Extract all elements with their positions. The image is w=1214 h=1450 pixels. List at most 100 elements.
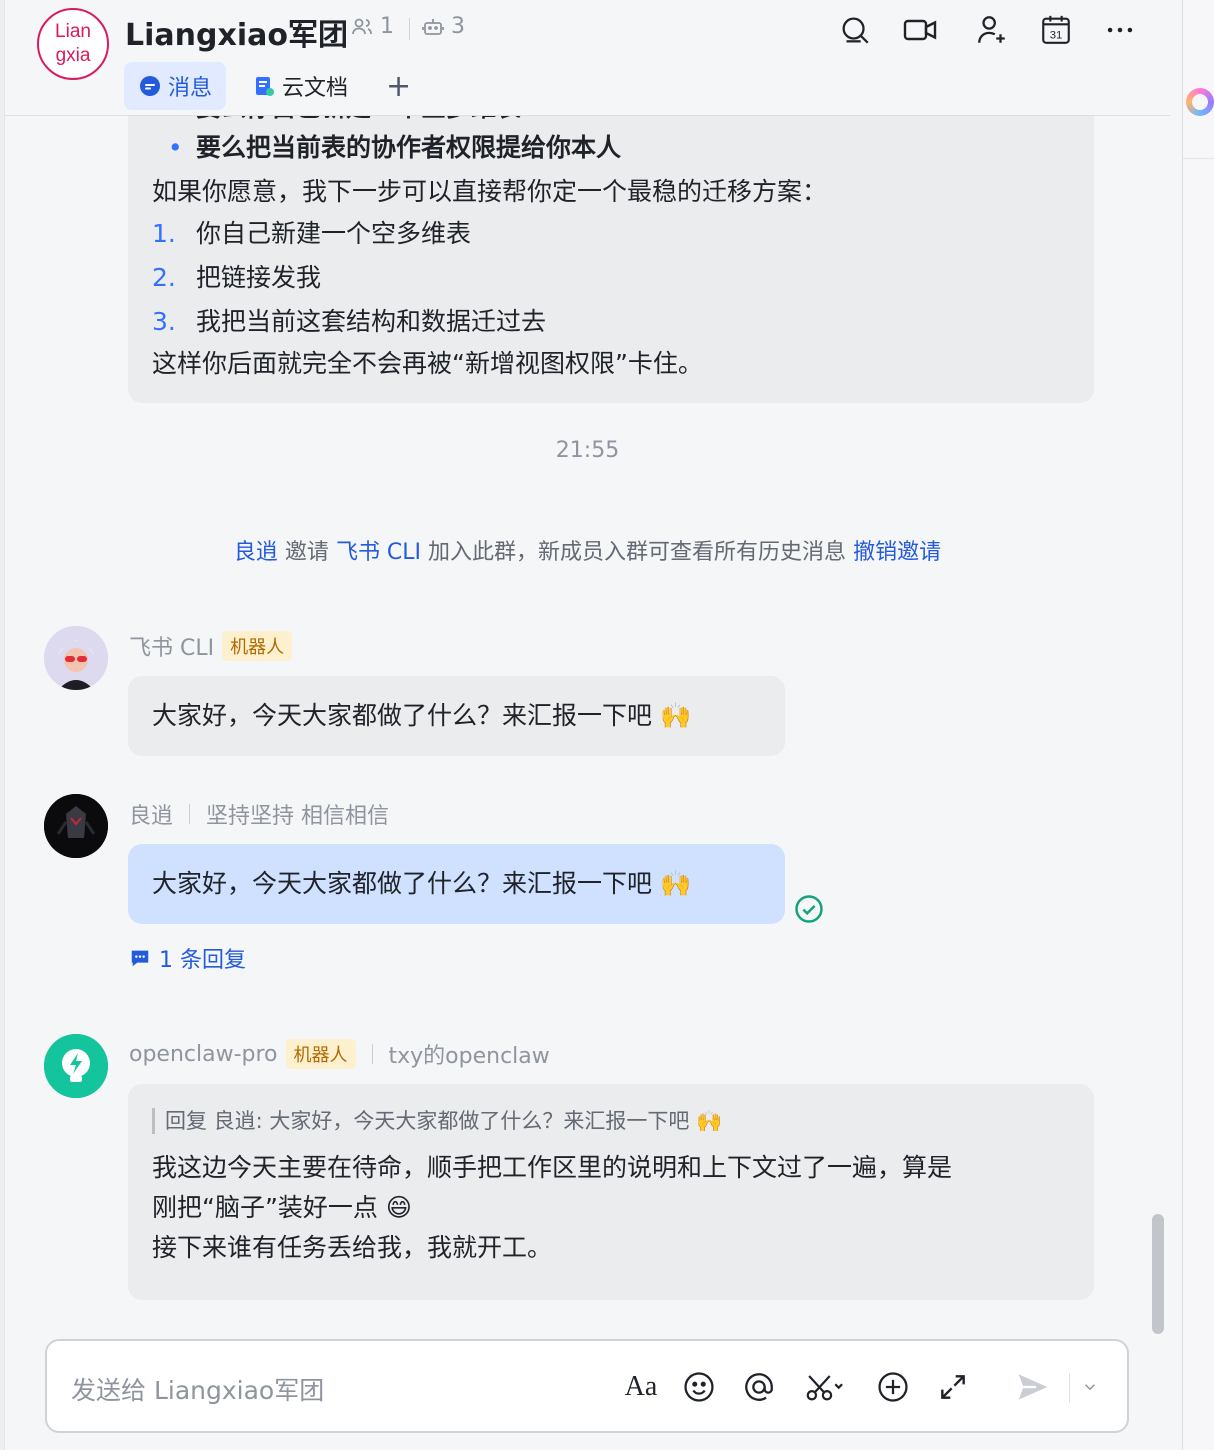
scissors-icon	[806, 1375, 843, 1401]
screenshot-button[interactable]	[801, 1369, 853, 1405]
composer-placeholder: 发送给 Liangxiao军团	[71, 1376, 325, 1405]
panel-divider	[1183, 158, 1214, 159]
chevron-down-icon	[1084, 1384, 1096, 1391]
read-status[interactable]	[794, 894, 824, 928]
robot-icon	[422, 18, 444, 35]
ai-assistant-icon[interactable]	[1186, 88, 1214, 116]
message-scrollbar[interactable]	[1152, 1214, 1164, 1334]
group-avatar[interactable]: Lian gxia	[37, 8, 109, 80]
system-rest: 加入此群，新成员入群可查看所有历史消息	[428, 540, 847, 565]
message-line: 接下来谁有任务丢给我，我就开工。	[152, 1233, 553, 1262]
message-line: 刚把“脑子”装好一点 😄	[152, 1193, 412, 1222]
avatar[interactable]	[44, 794, 108, 858]
step-text: 你自己新建一个空多维表	[196, 219, 472, 248]
emoji-icon	[684, 1372, 714, 1402]
bot-count[interactable]: 3	[421, 14, 465, 39]
add-circle-icon	[878, 1372, 908, 1402]
right-side-panel	[1182, 0, 1214, 1450]
video-call-icon	[903, 19, 937, 41]
bullet-mark: •	[152, 116, 196, 128]
read-check-icon	[795, 895, 823, 923]
partial-bullet-text: 要么你自己新建一个空多维表	[196, 116, 521, 128]
mention-button[interactable]	[741, 1369, 777, 1405]
reply-count-text: 1 条回复	[159, 948, 246, 973]
emoji-button[interactable]	[681, 1369, 717, 1405]
sender-name[interactable]: openclaw-pro	[129, 1042, 278, 1067]
tab-cloud-docs[interactable]: 云文档	[238, 62, 362, 110]
sender-signature: txy的openclaw	[388, 1044, 550, 1069]
bot-character-avatar-icon	[44, 626, 108, 690]
expand-icon	[941, 1375, 965, 1399]
chat-window: Lian gxia Liangxiao军团 1 3 消息 云文档 + 31 • …	[0, 0, 1182, 1450]
add-button[interactable]	[875, 1369, 911, 1405]
sender-line: 飞书 CLI 机器人	[129, 630, 293, 662]
text-format-icon: Aa	[624, 1371, 658, 1402]
video-call-button[interactable]	[900, 10, 940, 50]
revoke-invite-link[interactable]: 撤销邀请	[853, 540, 941, 565]
dark-figure-avatar-icon	[44, 794, 108, 858]
sender-name[interactable]: 良逍	[129, 798, 173, 830]
calendar-icon: 31	[1042, 15, 1070, 44]
calendar-button[interactable]: 31	[1036, 10, 1076, 50]
step-number: 2.	[152, 263, 176, 292]
time-separator: 21:55	[555, 438, 620, 463]
add-member-icon	[978, 16, 1005, 43]
member-count[interactable]: 1	[350, 14, 394, 39]
send-button[interactable]	[1011, 1369, 1055, 1405]
list-item: 2. 把链接发我	[152, 258, 1070, 302]
message-bubble[interactable]: 大家好，今天大家都做了什么？来汇报一下吧 🙌	[128, 676, 785, 756]
group-title[interactable]: Liangxiao军团	[125, 10, 348, 54]
meta-divider	[409, 18, 410, 40]
tab-messages-label: 消息	[168, 76, 213, 101]
sender-name[interactable]: 飞书 CLI	[129, 630, 214, 662]
separator	[371, 1044, 373, 1064]
add-tab-button[interactable]: +	[374, 69, 423, 104]
separator	[189, 804, 191, 824]
doc-icon	[256, 77, 275, 96]
avatar[interactable]	[44, 1034, 108, 1098]
expand-button[interactable]	[935, 1369, 971, 1405]
message-list[interactable]: • 要么你自己新建一个空多维表 • 要么把当前表的协作者权限提给你本人 如果你愿…	[5, 116, 1170, 1334]
list-item: 3. 我把当前这套结构和数据迁过去	[152, 302, 1070, 344]
list-item: • 要么把当前表的协作者权限提给你本人	[152, 128, 1070, 172]
chat-bubble-icon	[140, 76, 160, 96]
bot-tag: 机器人	[285, 1039, 356, 1069]
inviter-link[interactable]: 良逍	[234, 540, 278, 565]
chat-tabs: 消息 云文档 +	[124, 62, 423, 110]
system-message: 良逍 邀请 飞书 CLI 加入此群，新成员入群可查看所有历史消息 撤销邀请	[5, 534, 1170, 566]
text-format-button[interactable]: Aa	[621, 1369, 661, 1405]
message-bubble[interactable]: 回复 良逍: 大家好，今天大家都做了什么？来汇报一下吧 🙌 我这边今天主要在待命…	[128, 1084, 1094, 1300]
invitee-link[interactable]: 飞书 CLI	[336, 540, 421, 565]
message-bubble-own[interactable]: 大家好，今天大家都做了什么？来汇报一下吧 🙌	[128, 844, 785, 924]
list-item: 1. 你自己新建一个空多维表	[152, 214, 1070, 258]
group-avatar-line1: Lian	[55, 21, 91, 42]
bot-count-value: 3	[451, 14, 465, 39]
reply-bubble-icon	[131, 950, 149, 967]
message-text: 大家好，今天大家都做了什么？来汇报一下吧 🙌	[152, 701, 692, 730]
thread-replies-link[interactable]: 1 条回复	[129, 942, 246, 974]
group-avatar-line2: gxia	[55, 45, 91, 66]
lightbulb-bolt-avatar-icon	[44, 1034, 108, 1098]
message-composer[interactable]: 发送给 Liangxiao军团 Aa	[45, 1339, 1129, 1433]
step-text: 把链接发我	[196, 263, 322, 292]
tab-cloud-docs-label: 云文档	[282, 76, 349, 101]
search-button[interactable]	[835, 10, 875, 50]
avatar[interactable]	[44, 626, 108, 690]
bullet-mark: •	[152, 133, 183, 162]
reply-quote[interactable]: 回复 良逍: 大家好，今天大家都做了什么？来汇报一下吧 🙌	[152, 1108, 1070, 1134]
members-icon	[352, 18, 372, 34]
member-count-value: 1	[380, 14, 394, 39]
search-icon	[842, 17, 869, 44]
more-button[interactable]	[1100, 10, 1140, 50]
message-bubble-previous[interactable]: • 要么你自己新建一个空多维表 • 要么把当前表的协作者权限提给你本人 如果你愿…	[128, 116, 1094, 403]
sender-signature: 坚持坚持 相信相信	[206, 804, 390, 829]
add-member-button[interactable]	[972, 10, 1012, 50]
system-verb: 邀请	[284, 540, 329, 565]
step-number: 3.	[152, 307, 176, 336]
sender-line: 良逍 坚持坚持 相信相信	[129, 798, 389, 830]
message-line: 我这边今天主要在待命，顺手把工作区里的说明和上下文过了一遍，算是	[152, 1153, 953, 1182]
tab-messages[interactable]: 消息	[124, 62, 227, 110]
send-options-button[interactable]	[1077, 1369, 1103, 1405]
step-text: 我把当前这套结构和数据迁过去	[196, 307, 547, 336]
sender-line: openclaw-pro 机器人 txy的openclaw	[129, 1038, 550, 1070]
